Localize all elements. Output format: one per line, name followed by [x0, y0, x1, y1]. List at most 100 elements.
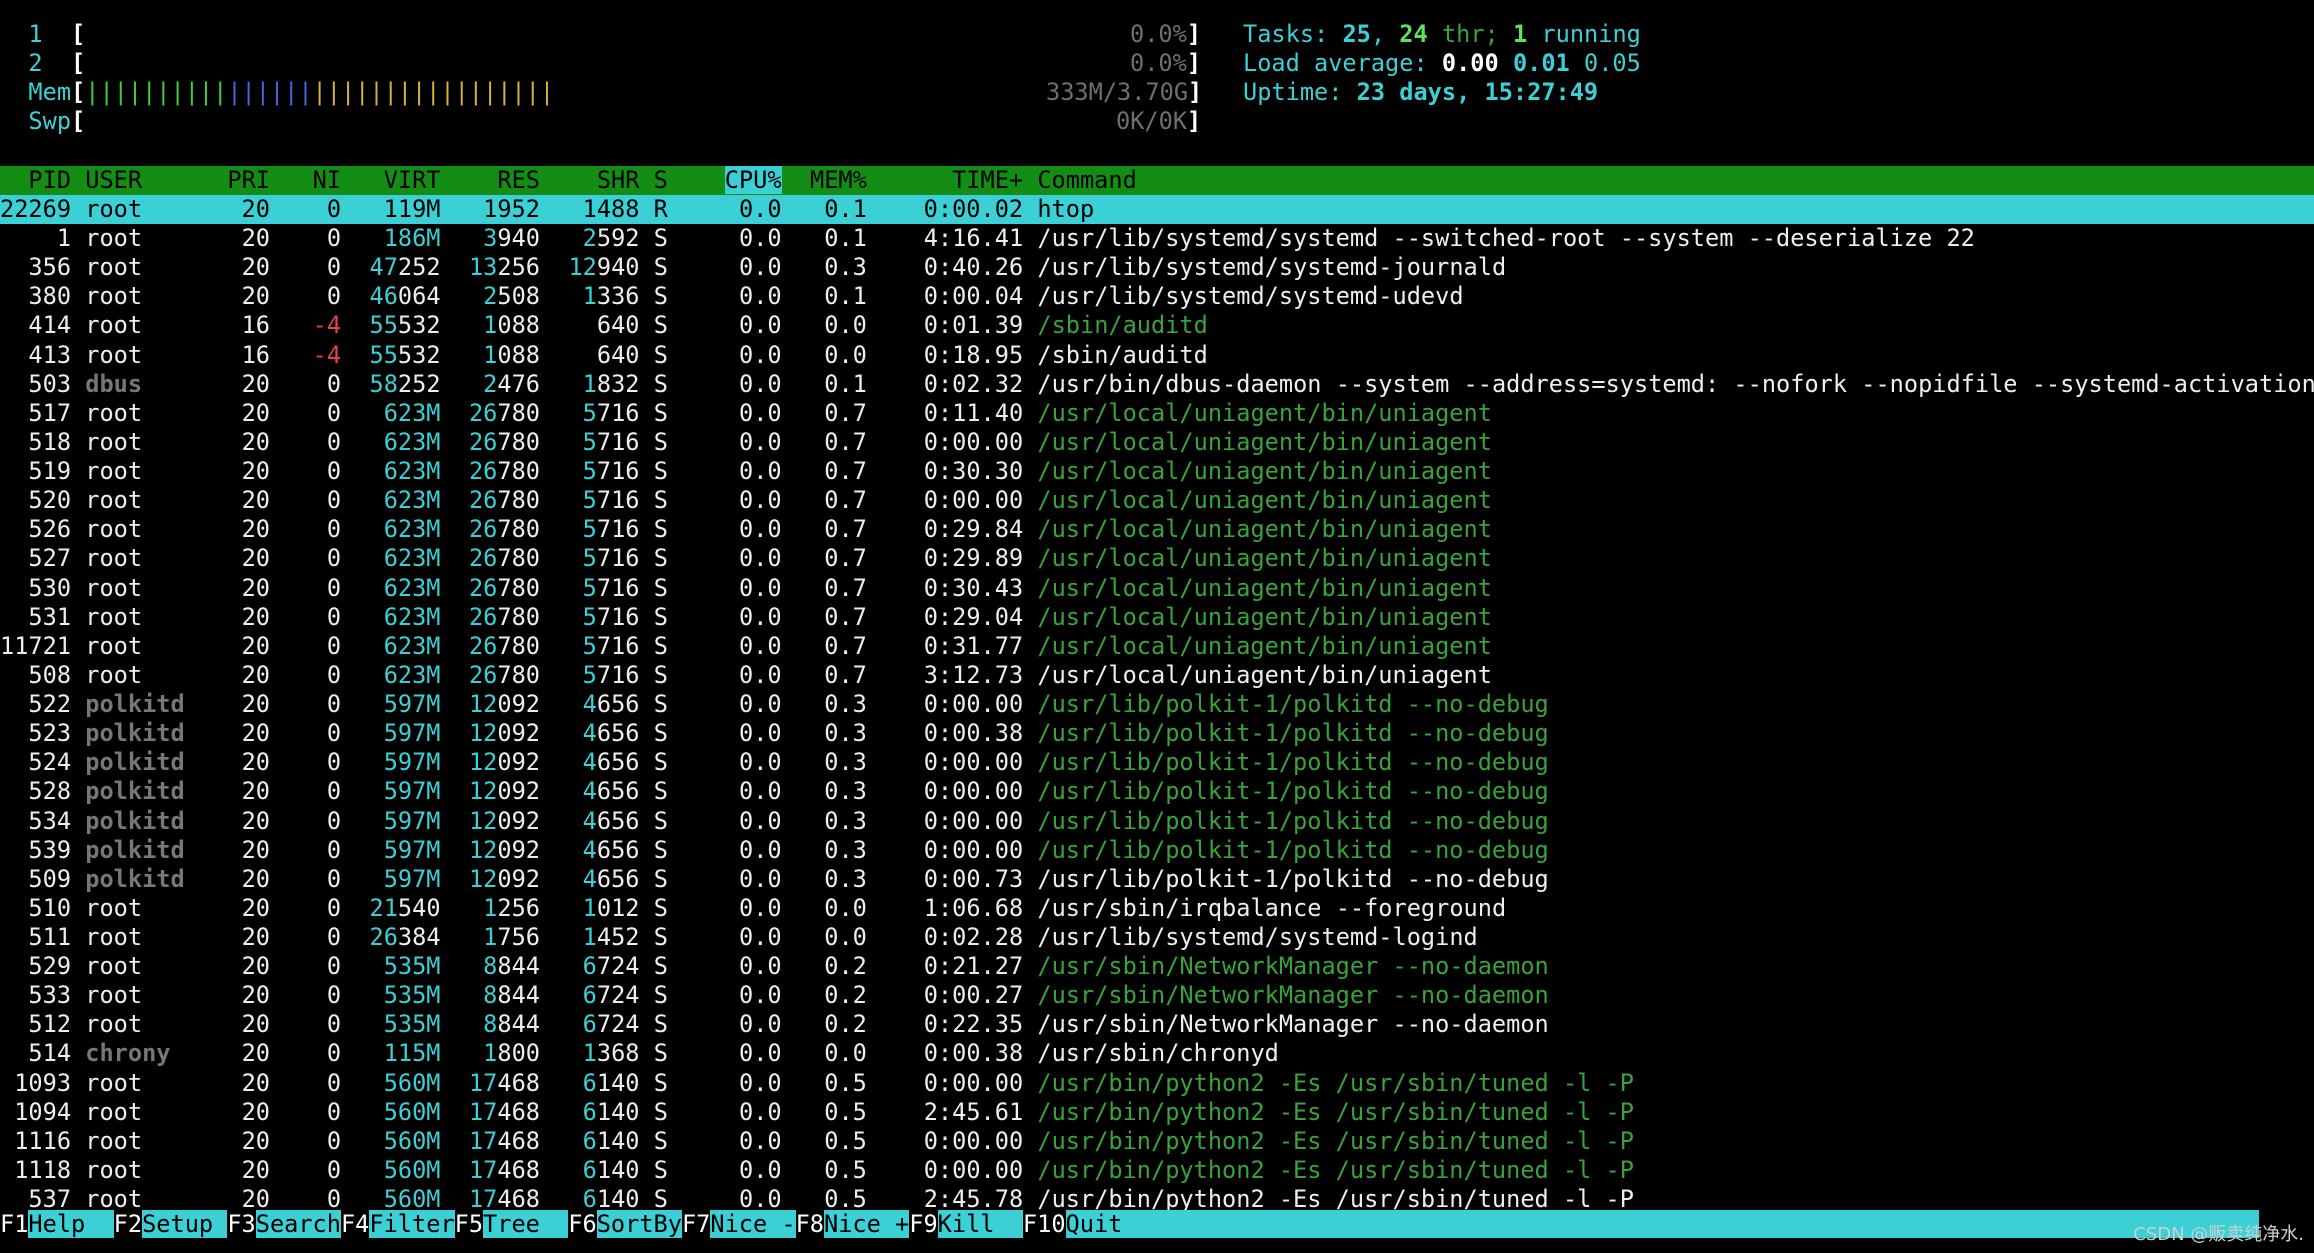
cell-res: 17468	[468, 1068, 540, 1097]
cell-pri: 20	[241, 1097, 270, 1126]
process-row[interactable]: 508 root 20 0 623M 26780 5716 S 0.0 0.7 …	[0, 661, 2314, 690]
column-header-time[interactable]: TIME+	[952, 166, 1023, 194]
process-row[interactable]: 511 root 20 0 26384 1756 1452 S 0.0 0.0 …	[0, 923, 2314, 952]
fkey-f3[interactable]: F3	[227, 1210, 256, 1238]
process-row[interactable]: 1 root 20 0 186M 3940 2592 S 0.0 0.1 4:1…	[0, 224, 2314, 253]
process-row[interactable]: 534 polkitd 20 0 597M 12092 4656 S 0.0 0…	[0, 807, 2314, 836]
fkey-label-f3[interactable]: Search	[255, 1210, 341, 1238]
process-row[interactable]: 539 polkitd 20 0 597M 12092 4656 S 0.0 0…	[0, 836, 2314, 865]
process-row[interactable]: 524 polkitd 20 0 597M 12092 4656 S 0.0 0…	[0, 748, 2314, 777]
column-header-virt[interactable]: VIRT	[384, 166, 441, 194]
process-row[interactable]: 517 root 20 0 623M 26780 5716 S 0.0 0.7 …	[0, 399, 2314, 428]
cell-pid: 531	[28, 602, 72, 631]
fkey-label-f1[interactable]: Help	[28, 1210, 114, 1238]
fkey-f6[interactable]: F6	[568, 1210, 597, 1238]
fkey-f5[interactable]: F5	[454, 1210, 484, 1238]
fkey-f4[interactable]: F4	[340, 1210, 370, 1238]
cell-cmd: /usr/lib/systemd/systemd-journald	[1037, 253, 1507, 282]
cell-cpu: 0.0	[738, 660, 782, 689]
cell-pri: 20	[241, 486, 270, 515]
cell-ni: 0	[326, 282, 342, 311]
fkey-label-f5[interactable]: Tree	[483, 1210, 569, 1238]
cell-pid: 524	[28, 748, 72, 777]
cell-ni: 0	[326, 369, 342, 398]
cell-time: 1:06.68	[923, 893, 1024, 922]
process-row[interactable]: 514 chrony 20 0 115M 1800 1368 S 0.0 0.0…	[0, 1039, 2314, 1068]
column-header-pri[interactable]: PRI	[227, 166, 270, 194]
load-1: 0.00	[1441, 49, 1499, 77]
column-header-command[interactable]: Command	[1037, 166, 1136, 194]
process-row[interactable]: 531 root 20 0 623M 26780 5716 S 0.0 0.7 …	[0, 603, 2314, 632]
process-row[interactable]: 509 polkitd 20 0 597M 12092 4656 S 0.0 0…	[0, 865, 2314, 894]
cell-shr: 5716	[582, 660, 640, 689]
cell-user: root	[85, 1126, 143, 1155]
column-header-pid[interactable]: PID	[28, 166, 71, 194]
mem-bar-used: ||||||||||	[85, 78, 228, 106]
cell-time: 0:00.00	[923, 486, 1024, 515]
fkey-label-f10[interactable]: Quit	[1065, 1210, 1123, 1238]
process-row[interactable]: 518 root 20 0 623M 26780 5716 S 0.0 0.7 …	[0, 428, 2314, 457]
column-header-ni[interactable]: NI	[313, 166, 341, 194]
cell-user: root	[85, 515, 143, 544]
fkey-label-f6[interactable]: SortBy	[596, 1210, 682, 1238]
process-row[interactable]: 22269 root 20 0 119M 1952 1488 R 0.0 0.1…	[0, 195, 2314, 224]
process-row[interactable]: 510 root 20 0 21540 1256 1012 S 0.0 0.0 …	[0, 894, 2314, 923]
process-row[interactable]: 523 polkitd 20 0 597M 12092 4656 S 0.0 0…	[0, 719, 2314, 748]
cell-mem: 0.1	[824, 195, 867, 223]
process-row[interactable]: 512 root 20 0 535M 8844 6724 S 0.0 0.2 0…	[0, 1010, 2314, 1039]
cell-cmd: /usr/local/uniagent/bin/uniagent	[1037, 660, 1492, 689]
process-row[interactable]: 1118 root 20 0 560M 17468 6140 S 0.0 0.5…	[0, 1156, 2314, 1185]
process-row[interactable]: 526 root 20 0 623M 26780 5716 S 0.0 0.7 …	[0, 515, 2314, 544]
column-header-mem[interactable]: MEM%	[810, 166, 867, 194]
process-row[interactable]: 11721 root 20 0 623M 26780 5716 S 0.0 0.…	[0, 632, 2314, 661]
cell-time: 0:29.04	[923, 602, 1024, 631]
column-header-row[interactable]: PID USER PRI NI VIRT RES SHR S CPU% MEM%…	[0, 166, 2314, 195]
process-row[interactable]: 1094 root 20 0 560M 17468 6140 S 0.0 0.5…	[0, 1098, 2314, 1127]
fkey-f9[interactable]: F9	[909, 1210, 938, 1238]
cell-shr: 640	[596, 340, 640, 369]
column-header-res[interactable]: RES	[497, 166, 540, 194]
cell-pri: 20	[241, 893, 270, 922]
cell-res: 26780	[468, 427, 540, 456]
process-row[interactable]: 530 root 20 0 623M 26780 5716 S 0.0 0.7 …	[0, 574, 2314, 603]
cell-res: 26780	[468, 398, 540, 427]
cell-pid: 534	[28, 806, 72, 835]
process-row[interactable]: 519 root 20 0 623M 26780 5716 S 0.0 0.7 …	[0, 457, 2314, 486]
column-header-cpu[interactable]: CPU%	[724, 166, 782, 194]
process-row[interactable]: 380 root 20 0 46064 2508 1336 S 0.0 0.1 …	[0, 282, 2314, 311]
process-row[interactable]: 1093 root 20 0 560M 17468 6140 S 0.0 0.5…	[0, 1069, 2314, 1098]
process-row[interactable]: 413 root 16 -4 55532 1088 640 S 0.0 0.0 …	[0, 341, 2314, 370]
process-row[interactable]: 528 polkitd 20 0 597M 12092 4656 S 0.0 0…	[0, 777, 2314, 806]
fkey-f10[interactable]: F10	[1022, 1210, 1066, 1238]
fkey-label-f7[interactable]: Nice -	[710, 1210, 796, 1238]
fkey-f7[interactable]: F7	[681, 1210, 711, 1238]
process-row[interactable]: 503 dbus 20 0 58252 2476 1832 S 0.0 0.1 …	[0, 370, 2314, 399]
fkey-label-f2[interactable]: Setup	[142, 1210, 228, 1238]
process-row[interactable]: 520 root 20 0 623M 26780 5716 S 0.0 0.7 …	[0, 486, 2314, 515]
column-header-user[interactable]: USER	[85, 166, 142, 194]
mem-bar-buffers: ||||||	[227, 78, 313, 106]
column-header-s[interactable]: S	[654, 166, 668, 194]
fkey-label-f4[interactable]: Filter	[369, 1210, 455, 1238]
fkey-f2[interactable]: F2	[113, 1210, 143, 1238]
cell-ni: 0	[326, 690, 342, 719]
cell-ni: 0	[326, 573, 342, 602]
cell-ni: 0	[326, 952, 342, 981]
process-row[interactable]: 527 root 20 0 623M 26780 5716 S 0.0 0.7 …	[0, 544, 2314, 573]
function-key-bar[interactable]: F1Help F2Setup F3SearchF4FilterF5Tree F6…	[0, 1210, 2314, 1239]
column-header-shr[interactable]: SHR	[597, 166, 640, 194]
fkey-label-f9[interactable]: Kill	[937, 1210, 1023, 1238]
process-row[interactable]: 1116 root 20 0 560M 17468 6140 S 0.0 0.5…	[0, 1127, 2314, 1156]
process-row[interactable]: 522 polkitd 20 0 597M 12092 4656 S 0.0 0…	[0, 690, 2314, 719]
cell-ni: 0	[326, 660, 342, 689]
cell-time: 0:00.27	[923, 981, 1024, 1010]
process-row[interactable]: 414 root 16 -4 55532 1088 640 S 0.0 0.0 …	[0, 311, 2314, 340]
process-row[interactable]: 356 root 20 0 47252 13256 12940 S 0.0 0.…	[0, 253, 2314, 282]
cell-user: root	[85, 1010, 143, 1039]
process-row[interactable]: 529 root 20 0 535M 8844 6724 S 0.0 0.2 0…	[0, 952, 2314, 981]
process-row[interactable]: 533 root 20 0 535M 8844 6724 S 0.0 0.2 0…	[0, 981, 2314, 1010]
fkey-label-f8[interactable]: Nice +	[824, 1210, 910, 1238]
cell-user: root	[85, 1097, 143, 1126]
fkey-f8[interactable]: F8	[795, 1210, 825, 1238]
fkey-f1[interactable]: F1	[0, 1210, 29, 1238]
